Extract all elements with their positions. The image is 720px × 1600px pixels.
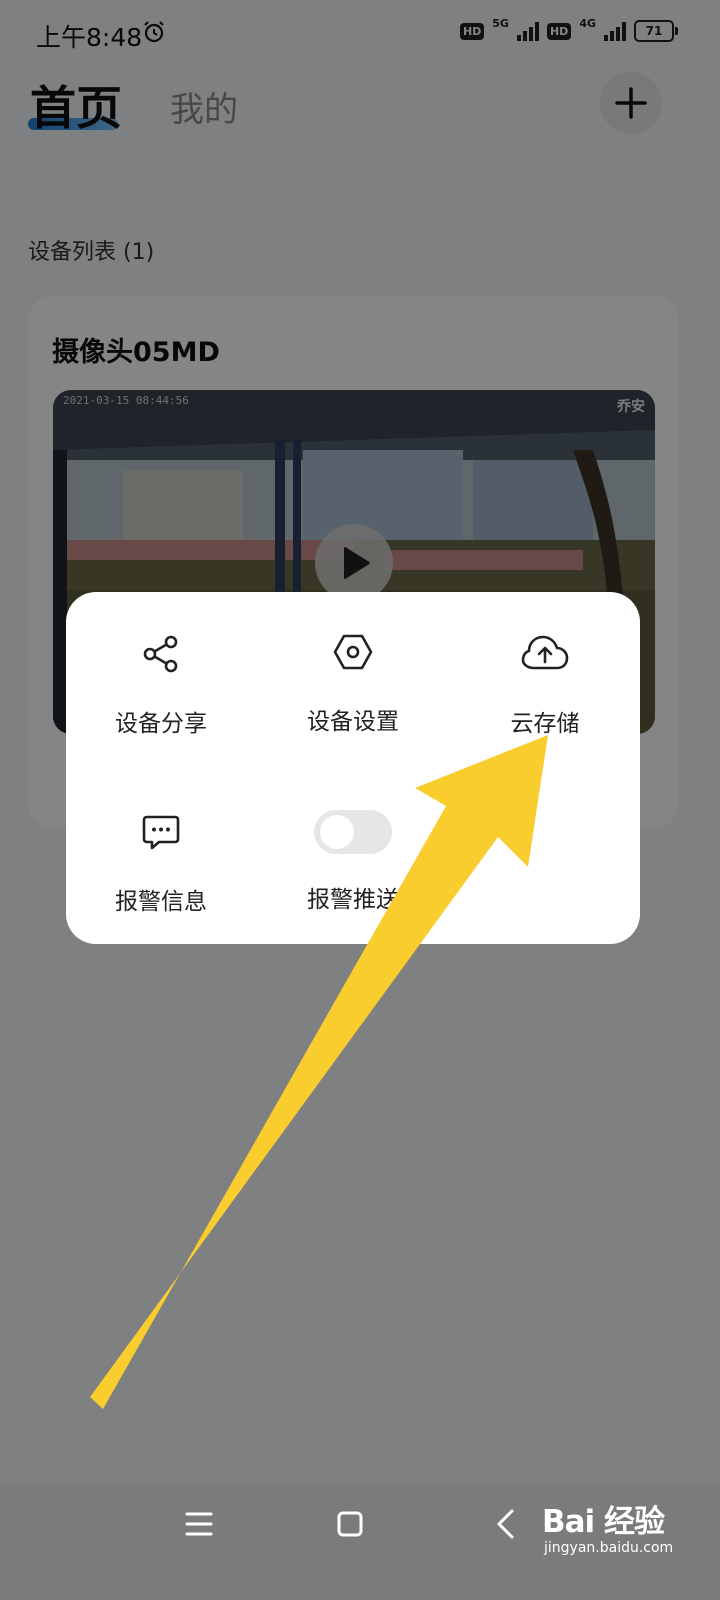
- annotation-arrow: [90, 735, 548, 1409]
- back-icon[interactable]: [494, 1508, 518, 1540]
- watermark-url: jingyan.baidu.com: [544, 1540, 674, 1556]
- menu-icon[interactable]: [184, 1510, 214, 1538]
- baidu-jingyan-watermark: Bai 经验 jingyan.baidu.com: [540, 1492, 710, 1562]
- watermark-text: Bai 经验: [542, 1504, 665, 1540]
- home-icon[interactable]: [336, 1510, 364, 1538]
- arrow-shape: [90, 735, 548, 1409]
